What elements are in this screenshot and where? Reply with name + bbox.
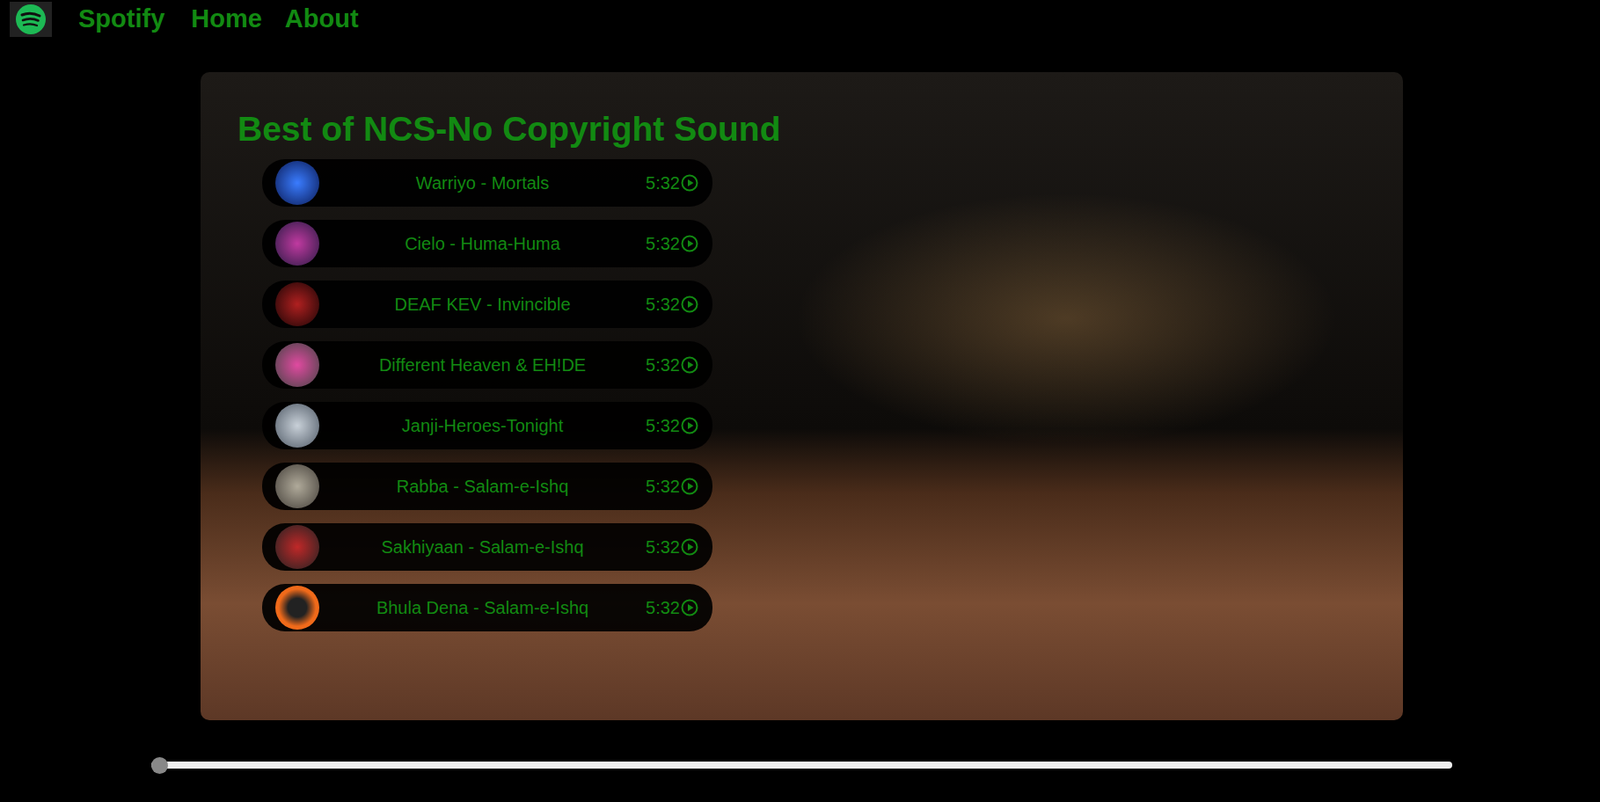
song-cover: [275, 464, 320, 509]
navbar: Spotify Home About: [0, 0, 1600, 39]
song-row[interactable]: Sakhiyaan - Salam-e-Ishq 5:32: [262, 523, 713, 571]
song-row[interactable]: Cielo - Huma-Huma 5:32: [262, 219, 713, 268]
song-duration-group: 5:32: [645, 351, 699, 379]
song-title: Sakhiyaan - Salam-e-Ishq: [329, 533, 636, 561]
play-icon[interactable]: [680, 295, 699, 314]
song-title: Rabba - Salam-e-Ishq: [329, 473, 636, 500]
nav-links: Home About: [190, 5, 358, 34]
song-cover: [275, 343, 320, 388]
brand-link[interactable]: Spotify: [78, 5, 165, 34]
play-icon[interactable]: [680, 599, 699, 617]
song-row[interactable]: Different Heaven & EH!DE 5:32: [262, 341, 713, 389]
play-icon[interactable]: [680, 416, 699, 435]
song-duration: 5:32: [645, 594, 680, 622]
song-title: Janji-Heroes-Tonight: [329, 412, 636, 439]
play-icon[interactable]: [680, 174, 699, 192]
song-duration-group: 5:32: [645, 291, 699, 318]
song-duration-group: 5:32: [645, 594, 699, 622]
song-duration: 5:32: [645, 291, 680, 318]
song-duration-group: 5:32: [645, 230, 699, 257]
song-cover: [275, 282, 320, 327]
song-row[interactable]: Janji-Heroes-Tonight 5:32: [262, 401, 713, 450]
song-duration: 5:32: [645, 533, 680, 561]
song-cover: [275, 160, 320, 205]
song-duration: 5:32: [645, 230, 680, 257]
song-duration-group: 5:32: [645, 412, 699, 439]
song-title: Bhula Dena - Salam-e-Ishq: [329, 594, 636, 622]
nav-link[interactable]: About: [284, 5, 359, 34]
song-row[interactable]: Bhula Dena - Salam-e-Ishq 5:32: [262, 584, 713, 632]
play-icon[interactable]: [680, 234, 699, 253]
song-title: DEAF KEV - Invincible: [329, 291, 636, 318]
play-icon[interactable]: [680, 356, 699, 374]
song-duration: 5:32: [645, 351, 680, 379]
song-duration: 5:32: [645, 412, 680, 439]
song-duration: 5:32: [645, 169, 680, 197]
song-row[interactable]: Rabba - Salam-e-Ishq 5:32: [262, 462, 713, 511]
playlist-card: Best of NCS-No Copyright Sound Warriyo -…: [200, 72, 1403, 721]
song-title: Warriyo - Mortals: [329, 169, 636, 197]
song-duration: 5:32: [645, 473, 680, 500]
song-cover: [275, 525, 320, 570]
nav-link[interactable]: Home: [190, 5, 263, 34]
song-cover: [275, 403, 320, 448]
song-duration-group: 5:32: [645, 169, 699, 197]
song-duration-group: 5:32: [645, 473, 699, 500]
song-title: Different Heaven & EH!DE: [329, 351, 636, 379]
progress-slider[interactable]: [151, 761, 1453, 769]
progress-track: [151, 761, 1453, 787]
song-row[interactable]: DEAF KEV - Invincible 5:32: [262, 280, 713, 329]
spotify-logo-icon[interactable]: [9, 1, 52, 37]
song-duration-group: 5:32: [645, 533, 699, 561]
song-list: Warriyo - Mortals 5:32 Cielo - Huma-Huma 5:…: [262, 159, 713, 632]
song-cover: [275, 221, 320, 266]
song-row[interactable]: Warriyo - Mortals 5:32: [262, 159, 713, 207]
song-title: Cielo - Huma-Huma: [329, 230, 636, 257]
playlist-title: Best of NCS-No Copyright Sound: [237, 109, 1403, 151]
play-icon[interactable]: [680, 477, 699, 496]
song-cover: [275, 585, 320, 630]
play-icon[interactable]: [680, 538, 699, 556]
